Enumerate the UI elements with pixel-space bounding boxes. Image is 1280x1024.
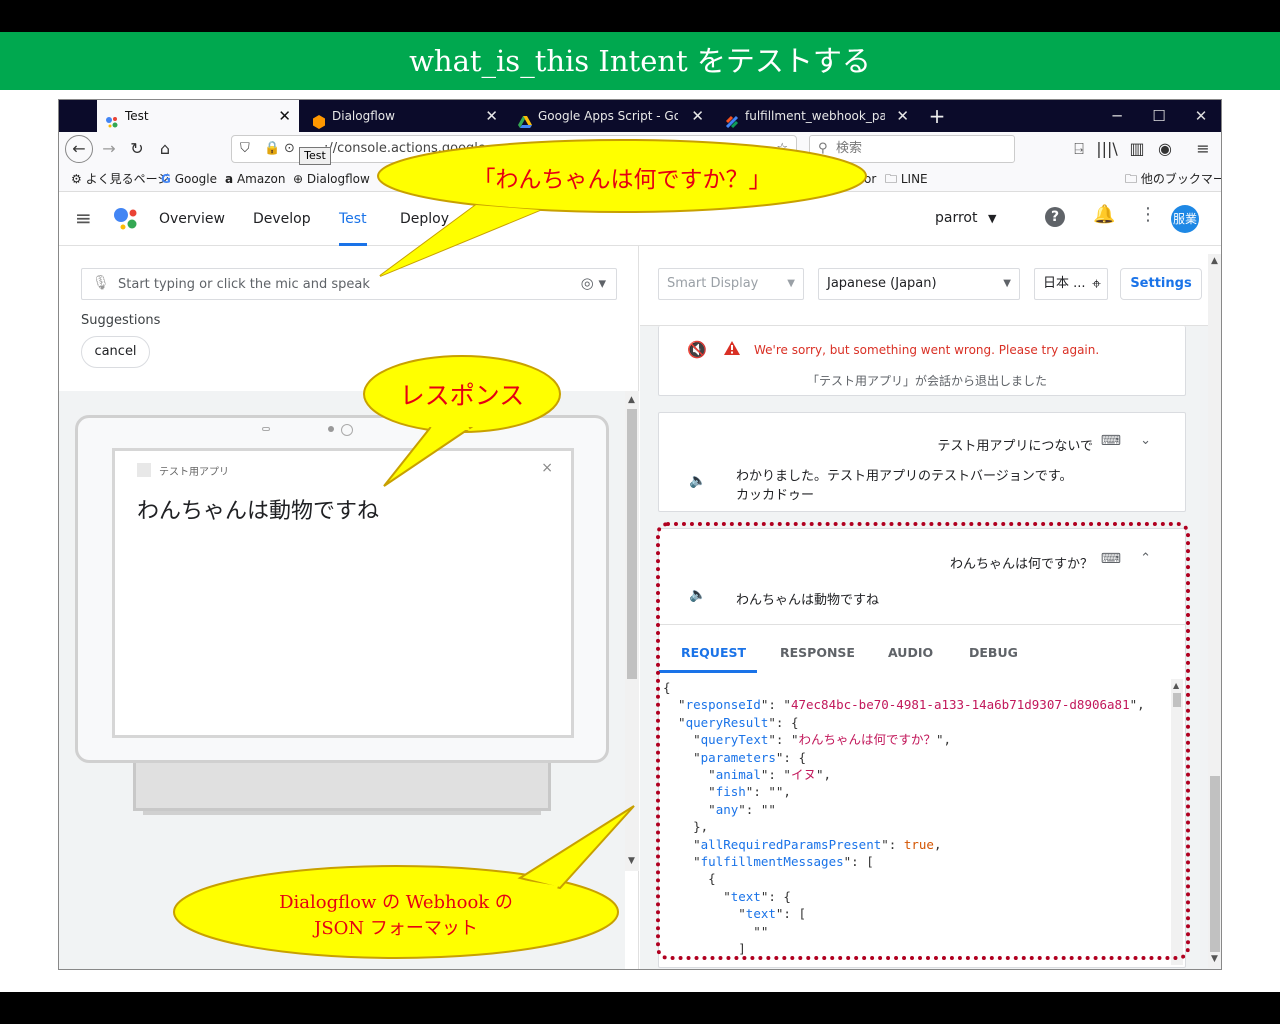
callout-shapes	[173, 139, 867, 959]
slide: what_is_this Intent をテストする Test ✕ Dialog…	[0, 0, 1280, 1024]
question-callout-text: 「わんちゃんは何ですか？」	[472, 167, 772, 193]
webhook-callout-line2: JSON フォーマット	[314, 918, 478, 939]
webhook-callout-text: Dialogflow の Webhook の JSON フォーマット	[190, 890, 602, 942]
bottom-black-bar	[0, 992, 1280, 1024]
response-callout-text: レスポンス	[399, 381, 525, 410]
webhook-callout-line1: Dialogflow の Webhook の	[279, 892, 513, 913]
